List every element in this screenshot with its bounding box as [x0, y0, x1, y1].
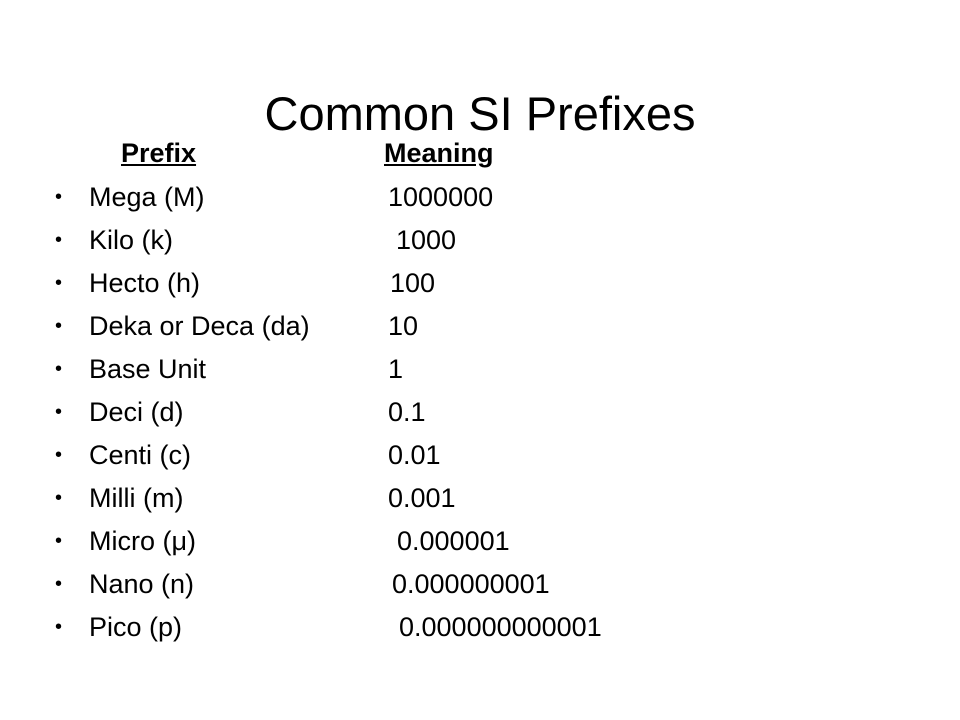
table-row: • Base Unit 1 [0, 348, 960, 391]
prefix-name: Deci (d) [89, 397, 184, 427]
bullet-icon: • [55, 401, 63, 423]
column-header-meaning: Meaning [384, 138, 494, 168]
prefix-meaning: 1000 [396, 225, 457, 255]
table-row: • Deka or Deca (da) 10 [0, 305, 960, 348]
prefix-name: Mega (M) [89, 182, 205, 212]
prefix-list: • Mega (M) 1000000 • Kilo (k) 1000 • Hecto (h) 1… [0, 176, 960, 649]
prefix-meaning: 1 [388, 354, 404, 384]
prefix-meaning: 100 [390, 268, 436, 298]
table-row: • Kilo (k) 1000 [0, 219, 960, 262]
prefix-meaning: 0.000000001 [392, 569, 550, 599]
bullet-icon: • [55, 616, 63, 638]
table-header-row: Prefix Meaning [0, 138, 960, 176]
bullet-icon: • [55, 315, 63, 337]
prefix-name: Milli (m) [89, 483, 184, 513]
table-row: • Milli (m) 0.001 [0, 477, 960, 520]
bullet-icon: • [55, 272, 63, 294]
bullet-icon: • [55, 358, 63, 380]
prefix-name: Centi (c) [89, 440, 192, 470]
prefix-meaning: 0.000001 [397, 526, 510, 556]
bullet-icon: • [55, 444, 63, 466]
table-row: • Micro (μ) 0.000001 [0, 520, 960, 563]
bullet-icon: • [55, 530, 63, 552]
bullet-icon: • [55, 573, 63, 595]
slide-canvas: Common SI Prefixes Prefix Meaning • Mega … [0, 0, 960, 720]
table-row: • Mega (M) 1000000 [0, 176, 960, 219]
prefix-name: Hecto (h) [89, 268, 201, 298]
prefix-meaning: 0.01 [388, 440, 441, 470]
prefix-name: Deka or Deca (da) [89, 311, 310, 341]
table-row: • Centi (c) 0.01 [0, 434, 960, 477]
prefix-meaning: 10 [388, 311, 419, 341]
prefix-table: Prefix Meaning • Mega (M) 1000000 • Kilo (k)… [0, 138, 960, 649]
prefix-meaning: 0.000000000001 [399, 612, 602, 642]
table-row: • Pico (p) 0.000000000001 [0, 606, 960, 649]
prefix-name: Micro (μ) [89, 526, 197, 556]
prefix-meaning: 0.001 [388, 483, 456, 513]
table-row: • Deci (d) 0.1 [0, 391, 960, 434]
page-title: Common SI Prefixes [264, 87, 696, 141]
prefix-meaning: 1000000 [388, 182, 494, 212]
prefix-name: Pico (p) [89, 612, 183, 642]
bullet-icon: • [55, 487, 63, 509]
prefix-meaning: 0.1 [388, 397, 426, 427]
prefix-name: Nano (n) [89, 569, 195, 599]
bullet-icon: • [55, 186, 63, 208]
prefix-name: Base Unit [89, 354, 207, 384]
bullet-icon: • [55, 229, 63, 251]
prefix-name: Kilo (k) [89, 225, 174, 255]
table-row: • Nano (n) 0.000000001 [0, 563, 960, 606]
column-header-prefix: Prefix [121, 138, 197, 168]
table-row: • Hecto (h) 100 [0, 262, 960, 305]
